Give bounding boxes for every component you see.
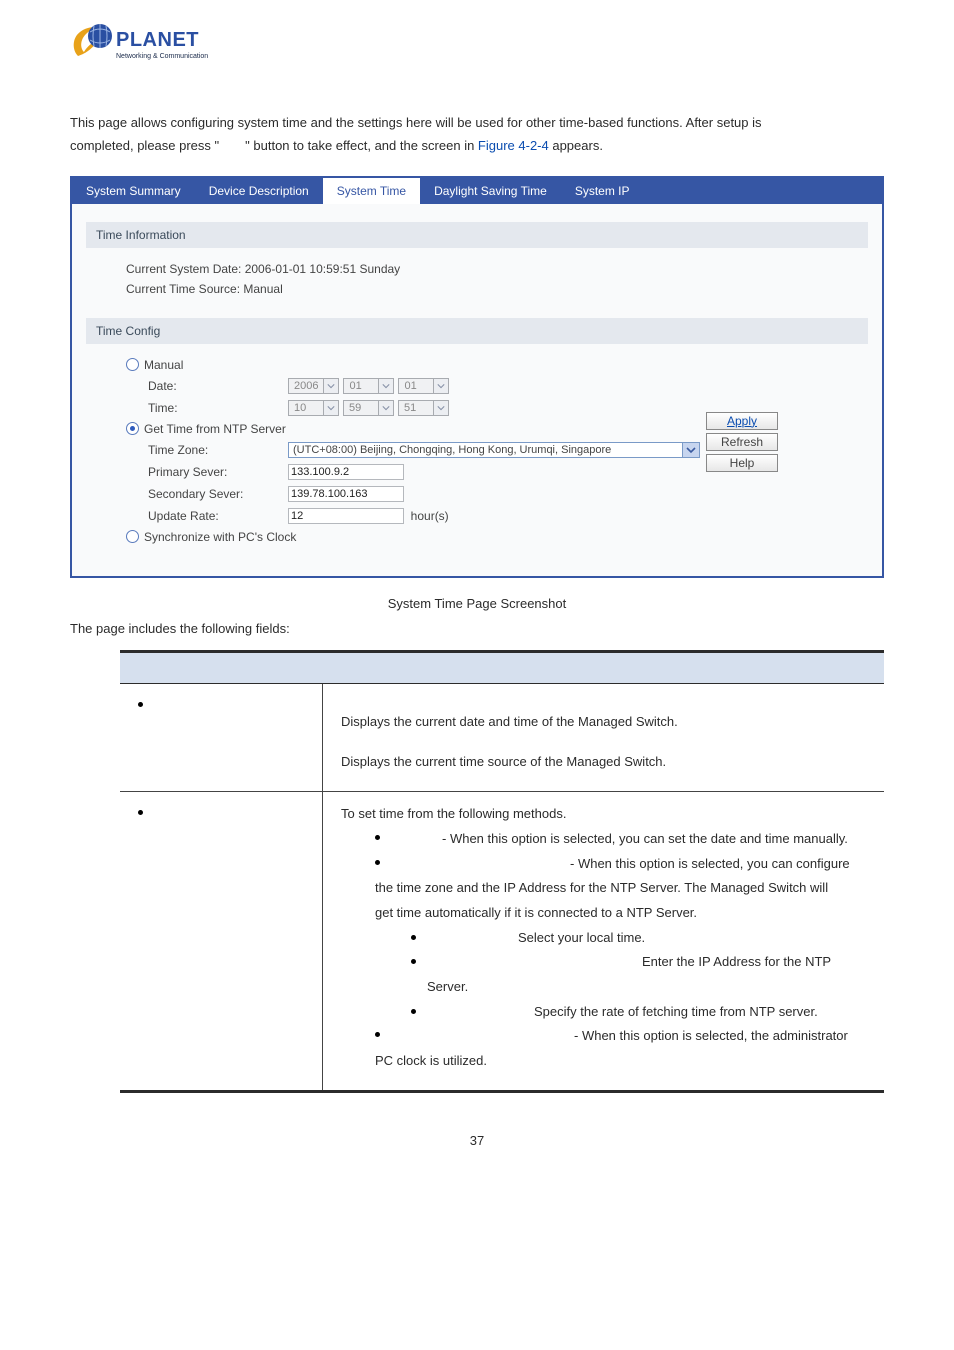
- radio-pc-sync[interactable]: Synchronize with PC's Clock: [126, 530, 858, 544]
- radio-manual[interactable]: Manual: [126, 358, 858, 372]
- chevron-down-icon: [324, 400, 339, 416]
- chevron-down-icon: [434, 400, 449, 416]
- timezone-label: Time Zone:: [148, 443, 288, 457]
- current-time-source: Current Time Source: Manual: [126, 282, 858, 296]
- fields-table: Displays the current date and time of th…: [120, 650, 884, 1093]
- bullet-icon: [411, 1009, 416, 1014]
- brand-logo: PLANET Networking & Communication: [70, 22, 208, 71]
- page-number: 37: [70, 1133, 884, 1148]
- apply-button[interactable]: Apply: [706, 412, 778, 430]
- chevron-down-icon: [324, 378, 339, 394]
- system-time-screenshot: System Summary Device Description System…: [70, 176, 884, 578]
- time-config-header: Time Config: [86, 318, 868, 344]
- tab-daylight-saving[interactable]: Daylight Saving Time: [420, 178, 561, 204]
- table-row: Displays the current date and time of th…: [120, 683, 884, 791]
- chevron-down-icon: [379, 400, 394, 416]
- bullet-icon: [375, 860, 380, 865]
- current-system-date: Current System Date: 2006-01-01 10:59:51…: [126, 262, 858, 276]
- fields-intro: The page includes the following fields:: [70, 621, 884, 636]
- primary-server-label: Primary Sever:: [148, 465, 288, 479]
- date-day-select[interactable]: 01: [398, 378, 449, 394]
- update-rate-input[interactable]: [288, 508, 404, 524]
- radio-icon: [126, 530, 139, 543]
- tab-system-summary[interactable]: System Summary: [72, 178, 195, 204]
- secondary-server-label: Secondary Sever:: [148, 487, 288, 501]
- bullet-icon: [375, 835, 380, 840]
- refresh-button[interactable]: Refresh: [706, 433, 778, 451]
- help-button[interactable]: Help: [706, 454, 778, 472]
- brand-word: PLANET: [116, 29, 199, 51]
- primary-server-input[interactable]: [288, 464, 404, 480]
- date-label: Date:: [148, 379, 288, 393]
- update-rate-label: Update Rate:: [148, 509, 288, 523]
- time-label: Time:: [148, 401, 288, 415]
- radio-selected-icon: [126, 422, 139, 435]
- tab-system-time[interactable]: System Time: [323, 178, 420, 204]
- intro-text: This page allows configuring system time…: [70, 111, 884, 158]
- time-sec-select[interactable]: 51: [398, 400, 449, 416]
- bullet-icon: [138, 702, 143, 707]
- time-info-header: Time Information: [86, 222, 868, 248]
- date-month-select[interactable]: 01: [343, 378, 394, 394]
- time-info-body: Current System Date: 2006-01-01 10:59:51…: [86, 248, 868, 310]
- brand-tagline: Networking & Communication: [116, 53, 208, 60]
- timezone-select[interactable]: (UTC+08:00) Beijing, Chongqing, Hong Kon…: [288, 442, 700, 458]
- tab-bar: System Summary Device Description System…: [72, 178, 882, 204]
- chevron-down-icon: [379, 378, 394, 394]
- bullet-icon: [375, 1032, 380, 1037]
- secondary-server-input[interactable]: [288, 486, 404, 502]
- bullet-icon: [411, 935, 416, 940]
- bullet-icon: [411, 959, 416, 964]
- radio-icon: [126, 358, 139, 371]
- action-buttons: Apply Refresh Help: [706, 412, 778, 472]
- time-min-select[interactable]: 59: [343, 400, 394, 416]
- time-hour-select[interactable]: 10: [288, 400, 339, 416]
- figure-link[interactable]: Figure 4-2-4: [478, 138, 549, 153]
- chevron-down-icon: [683, 442, 700, 458]
- table-row: To set time from the following methods. …: [120, 792, 884, 1092]
- tab-system-ip[interactable]: System IP: [561, 178, 644, 204]
- date-year-select[interactable]: 2006: [288, 378, 339, 394]
- update-rate-unit: hour(s): [411, 509, 449, 523]
- tab-device-description[interactable]: Device Description: [195, 178, 323, 204]
- chevron-down-icon: [434, 378, 449, 394]
- bullet-icon: [138, 810, 143, 815]
- figure-caption: System Time Page Screenshot: [70, 596, 884, 611]
